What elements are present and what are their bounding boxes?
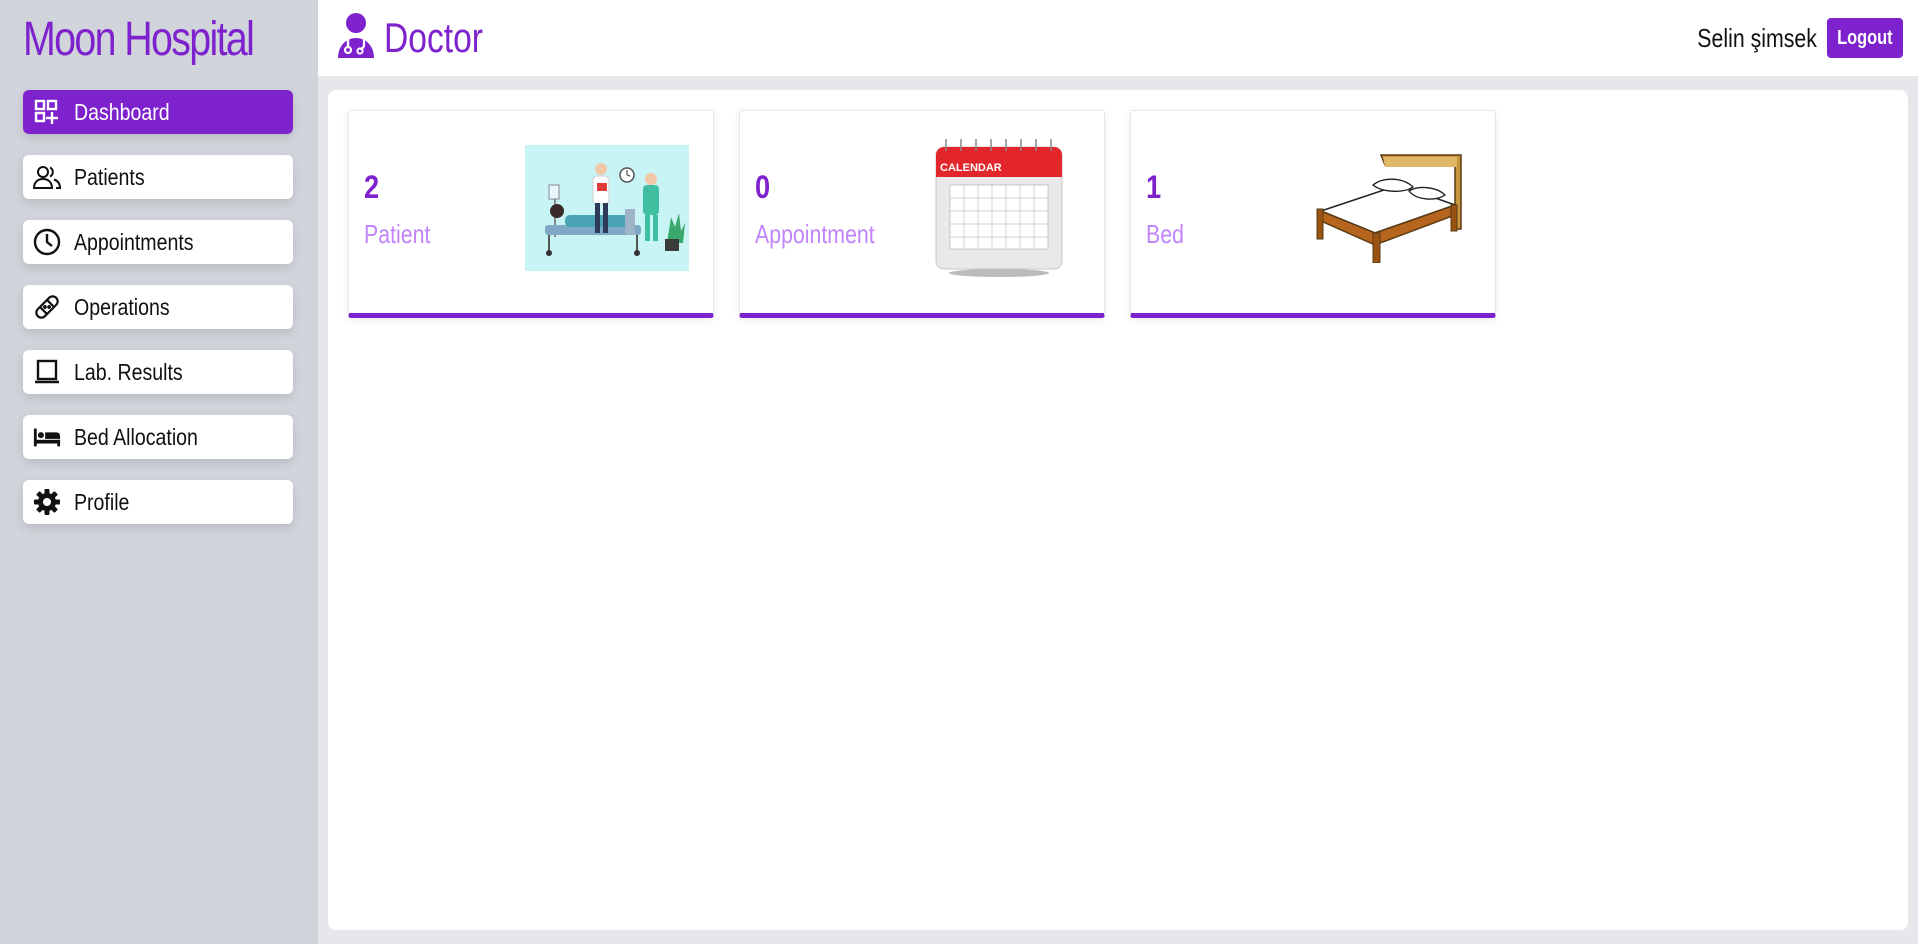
stat-count: 1 — [1146, 169, 1162, 205]
clock-icon — [33, 228, 61, 256]
top-header: Doctor Selin şimsek Logout — [318, 0, 1918, 76]
sidebar-item-label: Dashboard — [74, 98, 170, 125]
sidebar: Moon Hospital Dashboard Patients Appoint… — [0, 0, 318, 944]
sidebar-item-label: Appointments — [74, 228, 194, 255]
user-name: Selin şimsek — [1697, 22, 1817, 53]
gear-icon — [33, 488, 61, 516]
sidebar-item-dashboard[interactable]: Dashboard — [23, 90, 293, 134]
brand-title: Moon Hospital — [23, 13, 255, 66]
user-area: Selin şimsek Logout — [1671, 18, 1903, 58]
stat-label: Appointment — [755, 219, 875, 249]
doctor-icon — [336, 12, 376, 63]
sidebar-item-appointments[interactable]: Appointments — [23, 220, 293, 264]
stat-card-appointments[interactable]: 0 Appointment CALENDAR — [739, 110, 1105, 318]
sidebar-item-label: Lab. Results — [74, 358, 183, 385]
sidebar-item-lab-results[interactable]: Lab. Results — [23, 350, 293, 394]
sidebar-item-label: Operations — [74, 293, 170, 320]
sidebar-item-operations[interactable]: Operations — [23, 285, 293, 329]
stat-label: Bed — [1146, 219, 1184, 249]
sidebar-item-patients[interactable]: Patients — [23, 155, 293, 199]
bed-icon — [33, 423, 61, 451]
dashboard-grid-icon — [33, 98, 61, 126]
calendar-illustration: CALENDAR — [935, 139, 1063, 277]
sidebar-item-label: Patients — [74, 163, 145, 190]
stat-label: Patient — [364, 219, 431, 249]
sidebar-nav: Dashboard Patients Appointments Operatio… — [23, 90, 293, 545]
stat-card-beds[interactable]: 1 Bed — [1130, 110, 1496, 318]
hospital-illustration — [525, 145, 689, 271]
sidebar-item-bed-allocation[interactable]: Bed Allocation — [23, 415, 293, 459]
dashboard-panel: 2 Patient 0 Appointment CALENDAR 1 Bed — [328, 90, 1908, 930]
calendar-caption: CALENDAR — [940, 162, 1002, 174]
stat-card-patients[interactable]: 2 Patient — [348, 110, 714, 318]
stat-count: 0 — [755, 169, 771, 205]
logout-label: Logout — [1837, 26, 1893, 49]
sidebar-item-profile[interactable]: Profile — [23, 480, 293, 524]
bed-illustration — [1316, 154, 1462, 263]
users-icon — [33, 163, 61, 191]
logout-button[interactable]: Logout — [1827, 18, 1903, 58]
page-title: Doctor — [336, 12, 508, 63]
stat-count: 2 — [364, 169, 380, 205]
laptop-icon — [33, 358, 61, 386]
page-title-text: Doctor — [384, 13, 483, 61]
bandage-icon — [33, 293, 61, 321]
sidebar-item-label: Profile — [74, 488, 130, 515]
sidebar-item-label: Bed Allocation — [74, 423, 198, 450]
